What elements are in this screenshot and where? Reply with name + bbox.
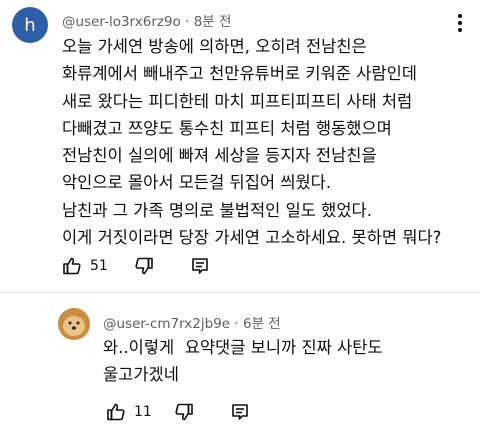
comment-line: 남친과 그 가족 명의로 불법적인 일도 했었다. bbox=[62, 200, 372, 220]
reply-icon[interactable] bbox=[190, 256, 210, 276]
author-name[interactable]: @user-lo3rx6rz9o bbox=[62, 14, 181, 30]
comment-line: 악인으로 몰아서 모든걸 뒤집어 씌웠다. bbox=[62, 173, 332, 193]
like-count: 11 bbox=[134, 404, 152, 420]
comment-line: 화류계에서 빼내주고 천만유튜버로 키워준 사람인데 bbox=[62, 64, 417, 84]
comment-thread: h @user-lo3rx6rz9o · 8분 전 오늘 가세연 방송에 의하면… bbox=[0, 0, 480, 292]
thumb-up-icon[interactable] bbox=[106, 402, 126, 422]
comment-line: 울고가겠네 bbox=[103, 365, 179, 385]
comment-meta: @user-lo3rx6rz9o · 8분 전 bbox=[62, 10, 231, 30]
comment-actions: 11 bbox=[106, 402, 250, 422]
avatar[interactable]: h bbox=[12, 7, 48, 43]
more-vert-icon[interactable] bbox=[458, 14, 462, 35]
comment-meta: @user-cm7rx2jb9e · 6분 전 bbox=[103, 312, 281, 332]
author-name[interactable]: @user-cm7rx2jb9e bbox=[103, 316, 230, 332]
comment-time[interactable]: 8분 전 bbox=[194, 14, 232, 30]
comment-text: 와..이렇게 요약댓글 보니까 진짜 사탄도 울고가겠네 bbox=[103, 334, 383, 389]
avatar-letter: h bbox=[24, 14, 36, 36]
thumb-down-icon[interactable] bbox=[174, 402, 194, 422]
comment-line: 전남친이 실의에 빠져 세상을 등지자 전남친을 bbox=[62, 146, 377, 166]
avatar[interactable] bbox=[58, 308, 90, 340]
reply-icon[interactable] bbox=[230, 402, 250, 422]
meta-separator: · bbox=[185, 14, 190, 30]
comment-line: 이게 거짓이라면 당장 가세연 고소하세요. 못하면 뭐다? bbox=[62, 228, 442, 248]
comment-line: 와..이렇게 요약댓글 보니까 진짜 사탄도 bbox=[103, 338, 383, 357]
like-count: 51 bbox=[90, 258, 108, 274]
comment-line: 오늘 가세연 방송에 의하면, 오히려 전남친은 bbox=[62, 37, 367, 56]
thumb-down-icon[interactable] bbox=[134, 256, 154, 276]
comment-line: 다빼겼고 쯔양도 통수친 피프티 처럼 행동했으며 bbox=[62, 118, 392, 138]
thumb-up-icon[interactable] bbox=[62, 256, 82, 276]
meta-separator: · bbox=[234, 316, 239, 332]
comment-actions: 51 bbox=[62, 256, 210, 276]
comment-time[interactable]: 6분 전 bbox=[243, 316, 281, 332]
comment-line: 새로 왔다는 피디한테 마치 피프티피프티 사태 처럼 bbox=[62, 91, 413, 111]
comment-text: 오늘 가세연 방송에 의하면, 오히려 전남친은 화류계에서 빼내주고 천만유튜… bbox=[62, 33, 441, 251]
